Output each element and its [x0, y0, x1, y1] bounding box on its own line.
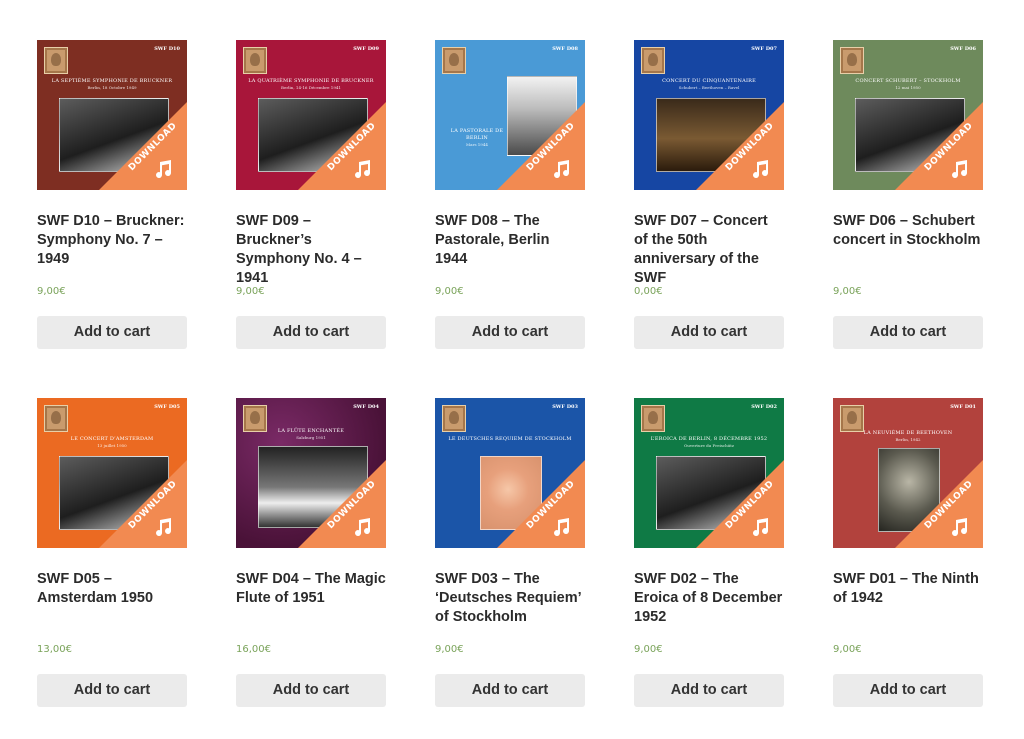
cover-code: SWF D06 — [950, 46, 976, 52]
music-note-icon — [355, 518, 371, 537]
cover-code: SWF D04 — [353, 404, 379, 410]
product-price: 9,00€ — [435, 286, 464, 297]
cover-title: L’EROICA DE BERLIN, 8 DÉCEMBRE 1952 — [650, 436, 768, 442]
product-card: SWF D07 CONCERT DU CINQUANTENAIRE Schube… — [634, 40, 784, 349]
cover-code: SWF D08 — [552, 46, 578, 52]
add-to-cart-button[interactable]: Add to cart — [37, 674, 187, 707]
cover-subtitle: Schubert – Beethoven – Ravel — [678, 85, 740, 90]
add-to-cart-button[interactable]: Add to cart — [236, 316, 386, 349]
seal-logo-icon — [442, 405, 466, 432]
cover-code: SWF D10 — [154, 46, 180, 52]
product-title[interactable]: SWF D04 – The Magic Flute of 1951 — [236, 570, 386, 626]
product-cover-image[interactable]: SWF D02 L’EROICA DE BERLIN, 8 DÉCEMBRE 1… — [634, 398, 784, 548]
cover-title: LE DEUTSCHES REQUIEM DE STOCKHOLM — [448, 436, 572, 442]
product-title[interactable]: SWF D09 – Bruckner’s Symphony No. 4 – 19… — [236, 212, 386, 286]
product-cover-image[interactable]: SWF D06 CONCERT SCHUBERT – STOCKHOLM 12 … — [833, 40, 983, 190]
product-cover-image[interactable]: SWF D05 LE CONCERT D’AMSTERDAM 13 juille… — [37, 398, 187, 548]
music-note-icon — [156, 160, 172, 179]
add-to-cart-button[interactable]: Add to cart — [435, 674, 585, 707]
cover-code: SWF D02 — [751, 404, 777, 410]
add-to-cart-button[interactable]: Add to cart — [236, 674, 386, 707]
cover-code: SWF D05 — [154, 404, 180, 410]
product-card: SWF D03 LE DEUTSCHES REQUIEM DE STOCKHOL… — [435, 398, 585, 707]
cover-title: LA FLÛTE ENCHANTÉE — [277, 428, 345, 434]
product-cover-image[interactable]: SWF D10 LA SEPTIÈME SYMPHONIE DE BRUCKNE… — [37, 40, 187, 190]
product-card: SWF D04 LA FLÛTE ENCHANTÉE Salzburg 1951… — [236, 398, 386, 707]
product-title[interactable]: SWF D10 – Bruckner: Symphony No. 7 – 194… — [37, 212, 187, 268]
cover-title: CONCERT DU CINQUANTENAIRE — [662, 78, 756, 84]
product-price: 9,00€ — [833, 644, 862, 655]
cover-subtitle: Berlin, 1942 — [895, 437, 921, 442]
cover-title: LA NEUVIÈME DE BEETHOVEN — [863, 430, 953, 436]
seal-logo-icon — [44, 47, 68, 74]
add-to-cart-button[interactable]: Add to cart — [634, 316, 784, 349]
product-price: 9,00€ — [634, 644, 663, 655]
product-title[interactable]: SWF D07 – Concert of the 50th anniversar… — [634, 212, 784, 286]
add-to-cart-button[interactable]: Add to cart — [37, 316, 187, 349]
music-note-icon — [355, 160, 371, 179]
product-title[interactable]: SWF D06 – Schubert concert in Stockholm — [833, 212, 983, 268]
music-note-icon — [952, 160, 968, 179]
cover-code: SWF D03 — [552, 404, 578, 410]
seal-logo-icon — [243, 47, 267, 74]
add-to-cart-button[interactable]: Add to cart — [435, 316, 585, 349]
cover-code: SWF D01 — [950, 404, 976, 410]
product-price: 16,00€ — [236, 644, 271, 655]
product-grid: SWF D10 LA SEPTIÈME SYMPHONIE DE BRUCKNE… — [0, 0, 1024, 739]
cover-subtitle: Ouverture du Freischütz — [683, 443, 735, 448]
seal-logo-icon — [641, 47, 665, 74]
seal-logo-icon — [442, 47, 466, 74]
cover-subtitle: Salzburg 1951 — [296, 435, 326, 440]
cover-subtitle: Berlin, 14-16 Décembre 1941 — [281, 85, 341, 90]
music-note-icon — [554, 518, 570, 537]
product-cover-image[interactable]: SWF D04 LA FLÛTE ENCHANTÉE Salzburg 1951… — [236, 398, 386, 548]
music-note-icon — [753, 518, 769, 537]
seal-logo-icon — [840, 47, 864, 74]
cover-subtitle: Berlin, 18 Octobre 1949 — [87, 85, 137, 90]
cover-title: LE CONCERT D’AMSTERDAM — [70, 436, 154, 442]
product-cover-image[interactable]: SWF D08 LA PASTORALE DE BERLIN Mars 1944… — [435, 40, 585, 190]
add-to-cart-button[interactable]: Add to cart — [634, 674, 784, 707]
product-price: 9,00€ — [37, 286, 66, 297]
product-title[interactable]: SWF D08 – The Pastorale, Berlin 1944 — [435, 212, 585, 268]
product-price: 13,00€ — [37, 644, 72, 655]
product-card: SWF D06 CONCERT SCHUBERT – STOCKHOLM 12 … — [833, 40, 983, 349]
seal-logo-icon — [641, 405, 665, 432]
product-card: SWF D01 LA NEUVIÈME DE BEETHOVEN Berlin,… — [833, 398, 983, 707]
music-note-icon — [952, 518, 968, 537]
product-card: SWF D10 LA SEPTIÈME SYMPHONIE DE BRUCKNE… — [37, 40, 187, 349]
add-to-cart-button[interactable]: Add to cart — [833, 316, 983, 349]
product-price: 9,00€ — [833, 286, 862, 297]
cover-code: SWF D09 — [353, 46, 379, 52]
product-title[interactable]: SWF D05 – Amsterdam 1950 — [37, 570, 187, 626]
cover-title: LA QUATRIÈME SYMPHONIE DE BRUCKNER — [248, 78, 374, 84]
product-cover-image[interactable]: SWF D03 LE DEUTSCHES REQUIEM DE STOCKHOL… — [435, 398, 585, 548]
music-note-icon — [156, 518, 172, 537]
product-cover-image[interactable]: SWF D01 LA NEUVIÈME DE BEETHOVEN Berlin,… — [833, 398, 983, 548]
product-title[interactable]: SWF D03 – The ‘Deutsches Requiem’ of Sto… — [435, 570, 585, 626]
cover-title: CONCERT SCHUBERT – STOCKHOLM — [855, 78, 961, 84]
product-card: SWF D09 LA QUATRIÈME SYMPHONIE DE BRUCKN… — [236, 40, 386, 349]
seal-logo-icon — [44, 405, 68, 432]
product-card: SWF D02 L’EROICA DE BERLIN, 8 DÉCEMBRE 1… — [634, 398, 784, 707]
product-card: SWF D05 LE CONCERT D’AMSTERDAM 13 juille… — [37, 398, 187, 707]
cover-title: LA SEPTIÈME SYMPHONIE DE BRUCKNER — [51, 78, 173, 84]
seal-logo-icon — [840, 405, 864, 432]
cover-code: SWF D07 — [751, 46, 777, 52]
product-title[interactable]: SWF D02 – The Eroica of 8 December 1952 — [634, 570, 784, 626]
product-title[interactable]: SWF D01 – The Ninth of 1942 — [833, 570, 983, 626]
product-price: 9,00€ — [435, 644, 464, 655]
cover-subtitle: 13 juillet 1950 — [97, 443, 127, 448]
product-cover-image[interactable]: SWF D07 CONCERT DU CINQUANTENAIRE Schube… — [634, 40, 784, 190]
music-note-icon — [554, 160, 570, 179]
add-to-cart-button[interactable]: Add to cart — [833, 674, 983, 707]
product-card: SWF D08 LA PASTORALE DE BERLIN Mars 1944… — [435, 40, 585, 349]
product-price: 9,00€ — [236, 286, 265, 297]
product-cover-image[interactable]: SWF D09 LA QUATRIÈME SYMPHONIE DE BRUCKN… — [236, 40, 386, 190]
music-note-icon — [753, 160, 769, 179]
product-price: 0,00€ — [634, 286, 663, 297]
cover-subtitle: 12 mai 1950 — [895, 85, 921, 90]
